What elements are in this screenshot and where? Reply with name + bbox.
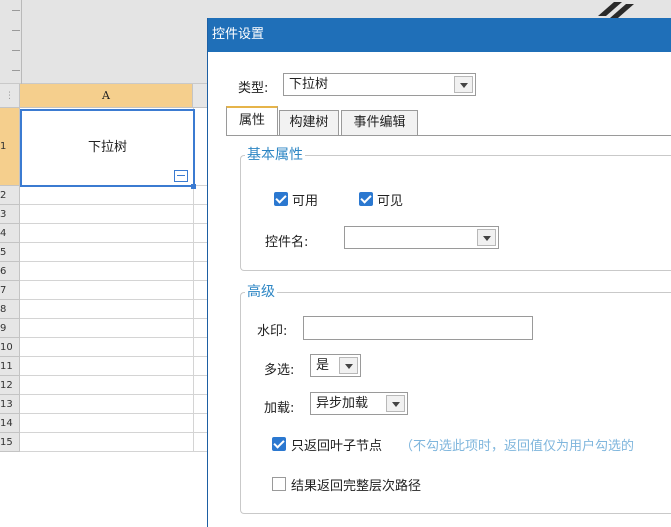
load-dropdown-button[interactable] <box>386 395 405 412</box>
advanced-group: 高级 水印: 多选: 是 加载: 异步加载 只返回叶子节点 （不勾选此项时，返回… <box>240 283 671 514</box>
vertical-ruler <box>0 0 22 84</box>
row-header[interactable]: 11 <box>0 357 20 376</box>
full-path-label[interactable]: 结果返回完整层次路径 <box>291 475 421 494</box>
chevron-down-icon <box>345 364 353 369</box>
fill-handle[interactable] <box>191 184 196 189</box>
grid-row[interactable] <box>20 243 210 262</box>
spreadsheet-grid[interactable]: ⋮ A 1 2 3 4 5 6 7 8 9 10 11 12 13 14 15 <box>0 84 210 527</box>
row-header[interactable]: 9 <box>0 319 20 338</box>
visible-label[interactable]: 可见 <box>377 190 403 209</box>
dialog-title[interactable]: 控件设置 <box>208 18 671 52</box>
grid-row[interactable] <box>20 205 210 224</box>
enabled-checkbox[interactable] <box>274 192 288 206</box>
grid-row[interactable] <box>20 300 210 319</box>
watermark-input[interactable] <box>303 316 533 340</box>
row-header[interactable]: 12 <box>0 376 20 395</box>
select-all-corner[interactable]: ⋮ <box>0 84 20 108</box>
row-header[interactable]: 2 <box>0 186 20 205</box>
grid-row[interactable] <box>20 376 210 395</box>
ruler-tick <box>12 50 20 51</box>
load-select[interactable]: 异步加载 <box>310 392 408 415</box>
corner-glyph: ⋮ <box>5 91 14 101</box>
row-header[interactable]: 3 <box>0 205 20 224</box>
row-header[interactable]: 14 <box>0 414 20 433</box>
visible-checkbox[interactable] <box>359 192 373 206</box>
basic-properties-group: 基本属性 可用 可见 控件名: <box>240 146 671 271</box>
widget-marker-icon[interactable] <box>174 170 188 182</box>
type-value: 下拉树 <box>289 77 329 92</box>
full-path-checkbox[interactable] <box>272 477 286 491</box>
row-header[interactable]: 15 <box>0 433 20 452</box>
row-header[interactable]: 13 <box>0 395 20 414</box>
grid-row[interactable] <box>20 395 210 414</box>
row-header[interactable]: 10 <box>0 338 20 357</box>
ruler-tick <box>12 30 20 31</box>
row-header[interactable]: 6 <box>0 262 20 281</box>
leaf-only-label[interactable]: 只返回叶子节点 <box>291 435 382 454</box>
tab-properties[interactable]: 属性 <box>226 106 278 136</box>
chevron-down-icon <box>483 236 491 241</box>
grid-row[interactable] <box>20 338 210 357</box>
multiselect-select[interactable]: 是 <box>310 354 361 377</box>
widget-name-select[interactable] <box>344 226 499 249</box>
grid-row[interactable] <box>20 319 210 338</box>
multiselect-value: 是 <box>316 358 330 373</box>
grid-row[interactable] <box>20 186 210 205</box>
leaf-only-checkbox[interactable] <box>272 437 286 451</box>
row-header[interactable]: 1 <box>0 108 20 186</box>
watermark-label: 水印: <box>257 324 288 339</box>
grid-row[interactable] <box>20 224 210 243</box>
widget-settings-dialog: 控件设置 类型: 下拉树 属性 构建树 事件编辑 基本属性 可用 可见 控件名:… <box>207 18 671 527</box>
grid-row[interactable] <box>20 262 210 281</box>
grid-row[interactable] <box>20 414 210 433</box>
tab-event-edit[interactable]: 事件编辑 <box>341 110 418 136</box>
type-dropdown-button[interactable] <box>454 76 473 93</box>
advanced-title: 高级 <box>245 283 277 301</box>
app-logo-icon <box>598 2 634 18</box>
load-value: 异步加载 <box>316 396 369 411</box>
multiselect-dropdown-button[interactable] <box>339 357 358 374</box>
chevron-down-icon <box>392 402 400 407</box>
grid-row[interactable] <box>20 433 210 452</box>
ruler-tick <box>12 10 20 11</box>
tab-divider <box>226 135 671 136</box>
row-headers: 1 2 3 4 5 6 7 8 9 10 11 12 13 14 15 <box>0 108 20 452</box>
row-header[interactable]: 7 <box>0 281 20 300</box>
row-header[interactable]: 5 <box>0 243 20 262</box>
chevron-down-icon <box>460 83 468 88</box>
grid-row[interactable] <box>20 357 210 376</box>
widget-name-label: 控件名: <box>265 235 309 250</box>
row-header[interactable]: 8 <box>0 300 20 319</box>
ruler-tick <box>12 70 20 71</box>
type-label: 类型: <box>238 81 269 96</box>
multiselect-label: 多选: <box>264 363 295 378</box>
leaf-only-hint: （不勾选此项时，返回值仅为用户勾选的 <box>400 439 635 454</box>
tab-build-tree[interactable]: 构建树 <box>279 110 339 136</box>
widget-name-dropdown-button[interactable] <box>477 229 496 246</box>
type-select[interactable]: 下拉树 <box>283 73 476 96</box>
cell-a1[interactable]: 下拉树 <box>20 109 195 187</box>
column-header-a[interactable]: A <box>20 84 193 108</box>
basic-properties-title: 基本属性 <box>245 146 305 164</box>
load-label: 加载: <box>264 401 295 416</box>
grid-row[interactable] <box>20 281 210 300</box>
enabled-label[interactable]: 可用 <box>292 190 318 209</box>
row-header[interactable]: 4 <box>0 224 20 243</box>
